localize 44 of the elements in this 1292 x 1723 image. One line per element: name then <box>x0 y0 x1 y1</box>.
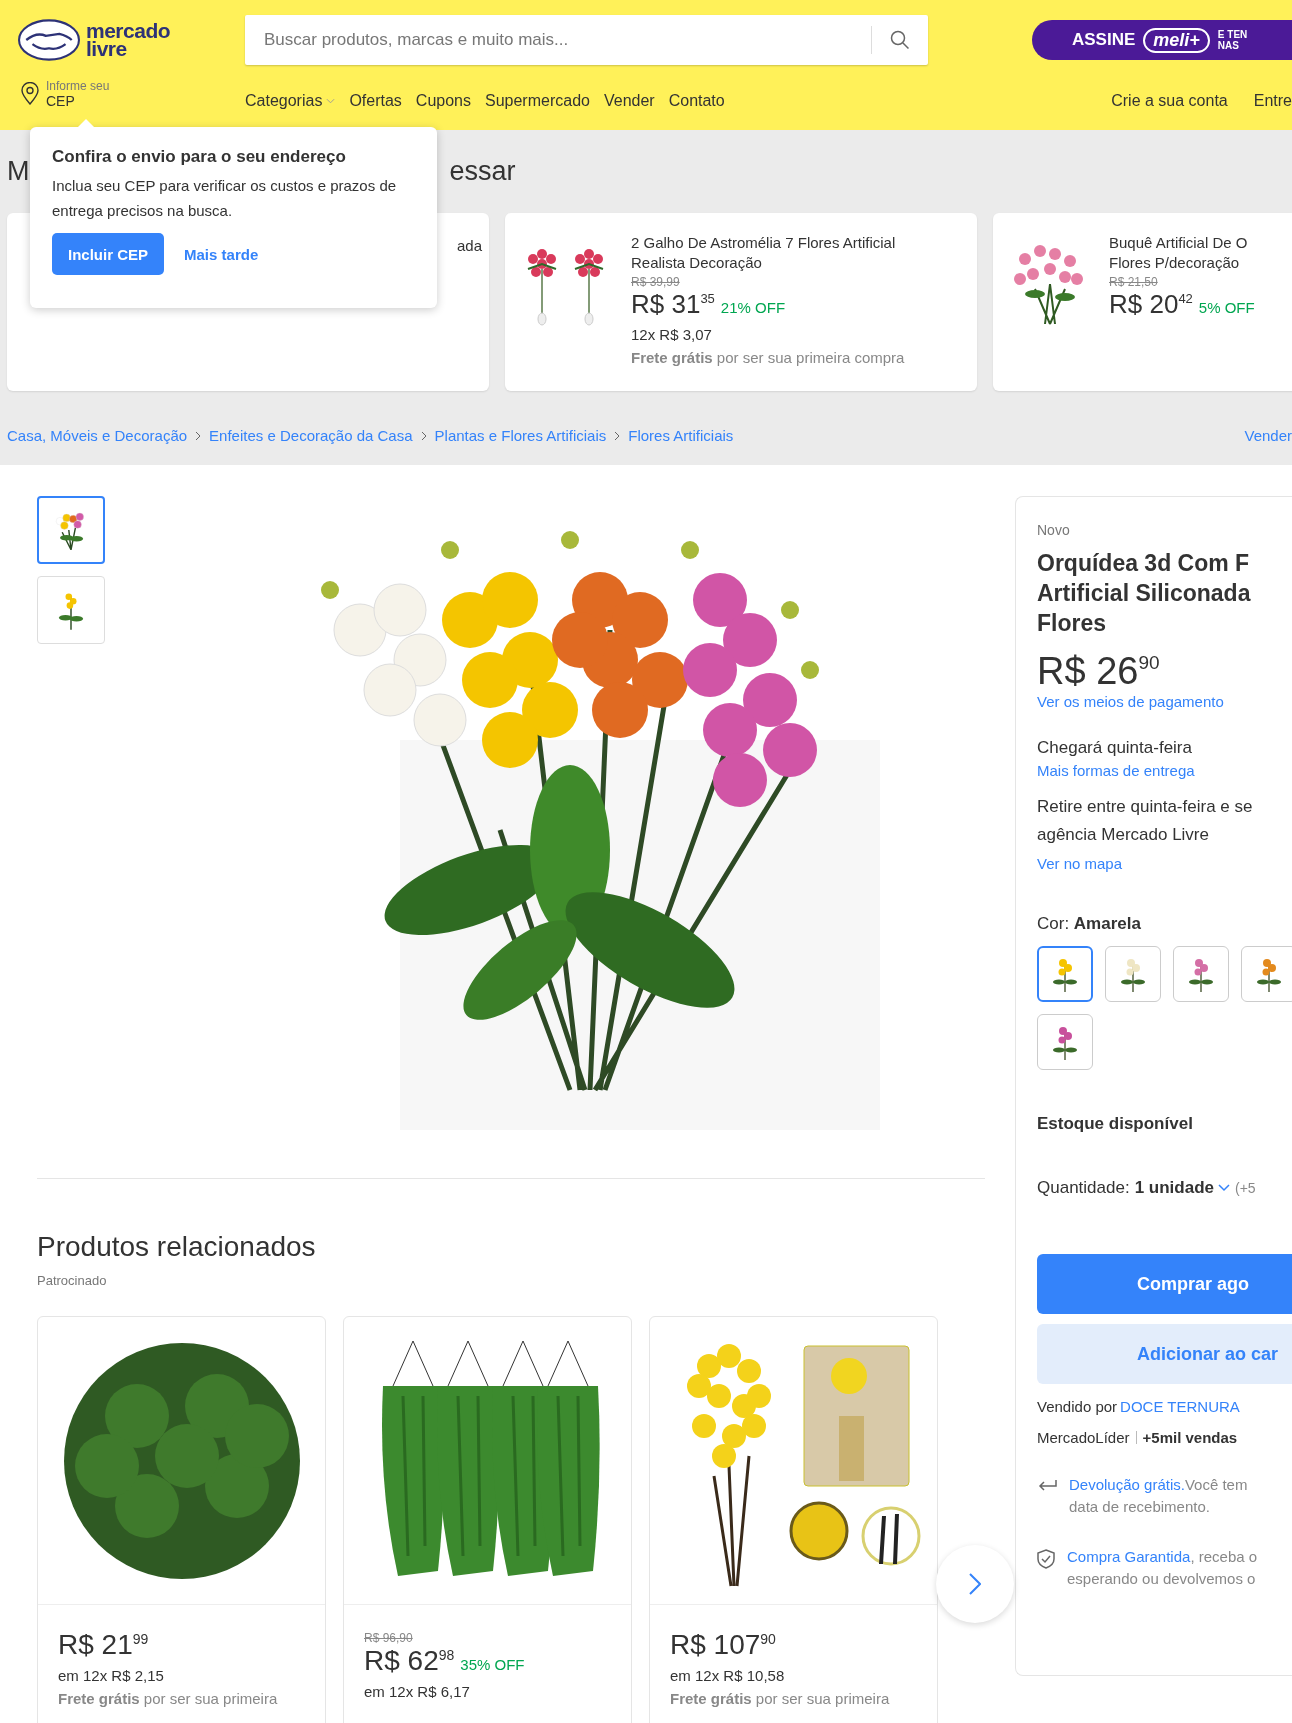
original-price: R$ 39,99 <box>631 275 681 289</box>
delivery-text: Chegará quinta-feira <box>1037 737 1192 759</box>
product-title: ada <box>457 236 483 256</box>
shipping-text: Frete grátis por ser sua primeira <box>670 1690 891 1707</box>
discount-label: 35% OFF <box>460 1656 525 1673</box>
price: R$ 26$^{90}$ <box>1037 650 1160 693</box>
section-heading: M <box>7 156 30 187</box>
product-title: Buquê Artificial De O Flores P/decoração <box>1109 233 1249 273</box>
meli-plus-logo: meli+ <box>1143 27 1210 53</box>
price: R$ 20$^{42}$ <box>1109 289 1193 320</box>
stock-status: Estoque disponível <box>1037 1114 1193 1134</box>
original-price: R$ 96,90 <box>364 1631 414 1645</box>
sponsored-label: Patrocinado <box>37 1273 108 1288</box>
discount-label: 5% OFF <box>1198 299 1255 316</box>
sales-count: +5mil vendas <box>1142 1429 1238 1446</box>
price: R$ 107$^{90}$ <box>670 1629 776 1661</box>
shipping-text: Frete grátis por ser sua primeira <box>58 1690 279 1707</box>
original-price: R$ 21,50 <box>1109 275 1159 289</box>
subscribe-label: ASSINE <box>1072 30 1136 50</box>
benefit-text: Devolução grátis.Você tem data de recebimento. <box>1069 1475 1248 1517</box>
seller-label: Vendido por <box>1037 1398 1118 1415</box>
price: R$ 21$^{99}$ <box>58 1629 149 1661</box>
quantity-label: Quantidade: <box>1037 1177 1130 1199</box>
installments-text: 12x R$ 3,07 <box>631 326 713 343</box>
seller-level-label: MercadoLíder <box>1037 1429 1130 1446</box>
price: R$ 31$^{35}$ <box>631 289 715 320</box>
product-title: Orquídea 3d Com F Artificial Siliconada Flores <box>1037 549 1251 638</box>
popover-text: Inclua seu CEP para verificar os custos e prazos de entrega precisos na busca. <box>52 176 398 221</box>
available-count: (+5 <box>1235 1180 1256 1196</box>
popover-title: Confira o envio para o seu endereço <box>52 147 347 167</box>
discount-label: 21% OFF <box>720 299 786 316</box>
pickup-text: Retire entre quinta-feira e se agência Mercado Livre <box>1037 796 1253 846</box>
installments-text: em 12x R$ 6,17 <box>364 1683 471 1700</box>
section-heading: Produtos relacionados <box>37 1231 317 1263</box>
section-heading: essar <box>449 156 516 187</box>
price: R$ 62$^{98}$ <box>364 1645 455 1677</box>
installments-text: em 12x R$ 10,58 <box>670 1667 786 1684</box>
color-label: Cor: Amarela <box>1037 913 1141 935</box>
benefit-text: Compra Garantida, receba o esperando ou devolvemos o <box>1067 1547 1258 1589</box>
condition-label: Novo <box>1037 522 1070 538</box>
shipping-text: Frete grátis por ser sua primeira compra <box>631 349 905 366</box>
product-title: 2 Galho De Astromélia 7 Flores Artificial Realista Decoração <box>631 233 897 273</box>
banner-note: E TEN NAS <box>1217 29 1248 51</box>
installments-text: em 12x R$ 2,15 <box>58 1667 165 1684</box>
